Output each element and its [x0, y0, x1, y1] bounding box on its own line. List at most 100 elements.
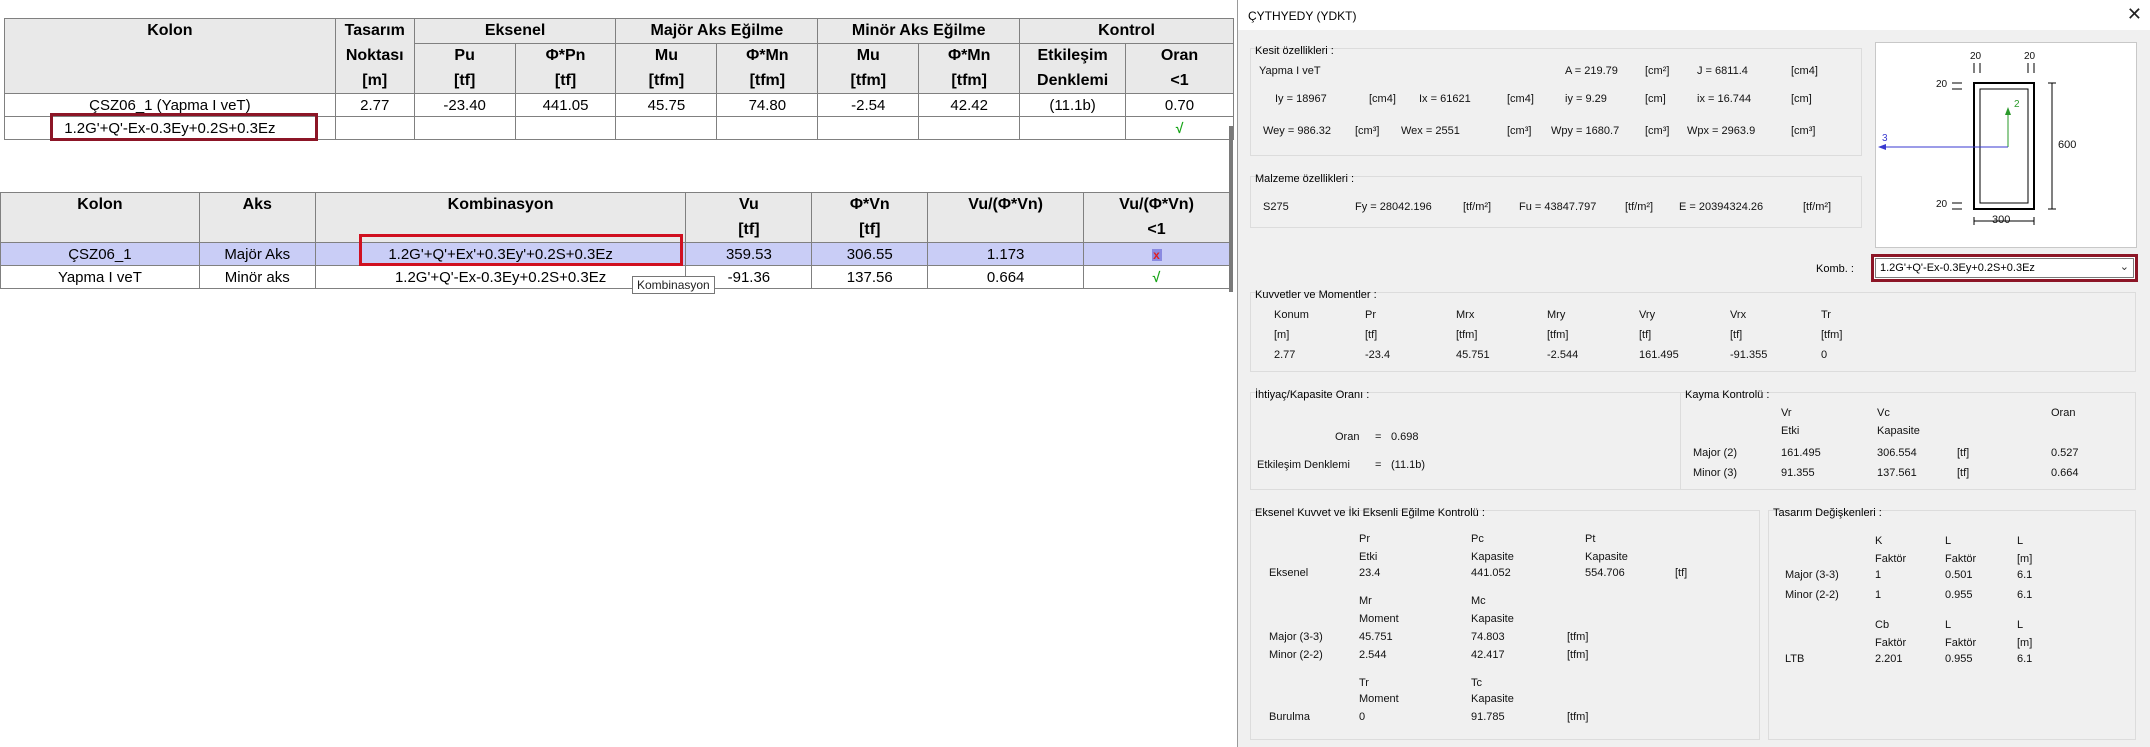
col-kombinasyon[interactable]: Kombinasyon: [314, 192, 687, 218]
table-row[interactable]: 1.2G'+Q'-Ex-0.3Ey+0.2S+0.3Ez √: [4, 116, 1234, 140]
col-ratio[interactable]: Vu/(Φ*Vn): [927, 192, 1085, 218]
kesit-panel: Kesit özellikleri : Yapma I veT A = 219.…: [1250, 45, 1862, 156]
cell-komb[interactable]: 1.2G'+Q'-Ex-0.3Ey+0.2S+0.3Ez: [314, 265, 687, 289]
col-kolon-cont2: [4, 68, 336, 94]
kv-u-mrx: [tfm]: [1456, 329, 1478, 341]
komb-value[interactable]: 1.2G'+Q'-Ex-0.3Ey+0.2S+0.3Ez: [1875, 258, 2134, 278]
cell-ok: x: [1083, 242, 1230, 266]
kv-h-mrx: Mrx: [1456, 309, 1475, 321]
col-vu[interactable]: Vu: [685, 192, 813, 218]
prop-Fy: Fy = 28042.196: [1355, 201, 1432, 213]
prop-A: A = 219.79: [1565, 65, 1618, 77]
table-row[interactable]: ÇSZ06_1 (Yapma I veT) 2.77 -23.40 441.05…: [4, 93, 1234, 117]
cell-aks[interactable]: Majör Aks: [198, 242, 316, 266]
ts-h-l3: L: [1945, 619, 1952, 631]
prop-Wpx: Wpx = 2963.9: [1687, 125, 1756, 137]
ts-ltb-lm: 6.1: [2017, 653, 2033, 665]
dim-height: 600: [2058, 139, 2077, 151]
table-row[interactable]: Yapma I veT Minör aks 1.2G'+Q'-Ex-0.3Ey+…: [0, 265, 1230, 289]
check-icon: √: [1175, 119, 1184, 136]
col-kolon[interactable]: Kolon: [0, 192, 200, 218]
cell-ratio[interactable]: 1.173: [927, 242, 1085, 266]
cell-phimn-major[interactable]: 74.80: [716, 93, 819, 117]
cell-phimn-minor[interactable]: 42.42: [918, 93, 1021, 117]
ts-minor-l: 0.955: [1945, 589, 1973, 601]
prop-Ix: Ix = 61621: [1419, 93, 1471, 105]
cell-phivn[interactable]: 306.55: [811, 242, 929, 266]
col-kolon[interactable]: Kolon: [4, 18, 336, 44]
cell-vu[interactable]: 359.53: [685, 242, 813, 266]
cell-phipn[interactable]: 441.05: [514, 93, 617, 117]
prop-Wpy: Wpy = 1680.7: [1551, 125, 1620, 137]
kv-h-vrx: Vrx: [1730, 309, 1747, 321]
cell-mu-major[interactable]: 45.75: [615, 93, 718, 117]
cell-komb[interactable]: 1.2G'+Q'+Ex'+0.3Ey'+0.2S+0.3Ez: [314, 242, 687, 266]
komb-select[interactable]: 1.2G'+Q'-Ex-0.3Ey+0.2S+0.3Ez ⌄: [1871, 254, 2138, 282]
ek-burulma-tc: 91.785: [1471, 711, 1505, 723]
ek-major-mc: 74.803: [1471, 631, 1505, 643]
col-etkilesim[interactable]: Etkileşim: [1019, 43, 1127, 69]
cell-pu[interactable]: -23.40: [413, 93, 516, 117]
col-phivn[interactable]: Φ*Vn: [811, 192, 929, 218]
scrollbar[interactable]: [1229, 126, 1233, 292]
kayma-minor: Minor (3): [1693, 467, 1738, 479]
oran-label: Oran: [1335, 431, 1360, 443]
col-phimn-major[interactable]: Φ*Mn: [716, 43, 819, 69]
col-tasarim[interactable]: Tasarım: [334, 18, 415, 44]
design-dialog: ÇYTHYEDY (YDKT) ✕ Kesit özellikleri : Ya…: [1237, 0, 2150, 747]
ts-h-k: K: [1875, 535, 1883, 547]
kv-v-konum: 2.77: [1274, 349, 1296, 361]
ts-h-l2: L: [2017, 535, 2024, 547]
ek-minor-u: [tfm]: [1567, 649, 1589, 661]
kv-u-pr: [tf]: [1365, 329, 1378, 341]
cell-nokta[interactable]: 2.77: [334, 93, 415, 117]
col-pu[interactable]: Pu: [413, 43, 516, 69]
check-icon: √: [1152, 268, 1161, 285]
cell-aks[interactable]: Minör aks: [198, 265, 316, 289]
col-oran[interactable]: Oran: [1125, 43, 1234, 69]
chevron-down-icon[interactable]: ⌄: [2120, 260, 2129, 273]
unit-phimn-major: [tfm]: [716, 68, 819, 94]
cell-phivn[interactable]: 137.56: [811, 265, 929, 289]
unit-oran: <1: [1125, 68, 1234, 94]
oran-value: 0.698: [1391, 431, 1419, 443]
col-group-minor: Minör Aks Eğilme: [817, 18, 1021, 44]
results-area: Kolon Tasarım Eksenel Majör Aks Eğilme M…: [0, 0, 1240, 747]
col-phimn-minor[interactable]: Φ*Mn: [918, 43, 1021, 69]
kayma-label: Kayma Kontrolü :: [1685, 389, 1770, 401]
table-row[interactable]: ÇSZ06_1 Majör Aks 1.2G'+Q'+Ex'+0.3Ey'+0.…: [0, 242, 1230, 266]
unit-ix: [cm]: [1791, 93, 1812, 105]
col-ratio-check[interactable]: Vu/(Φ*Vn): [1083, 192, 1230, 218]
ts-major: Major (3-3): [1785, 569, 1839, 581]
cell-kolon[interactable]: ÇSZ06_1: [0, 242, 200, 266]
cell-kolon[interactable]: ÇSZ06_1 (Yapma I veT): [4, 93, 336, 117]
dim-top-right: 20: [2024, 51, 2036, 62]
col-noktasi[interactable]: Noktası: [334, 43, 415, 69]
col-mu-minor[interactable]: Mu: [817, 43, 920, 69]
cell-etkilesim[interactable]: (11.1b): [1019, 93, 1127, 117]
ek-h-etki: Etki: [1359, 551, 1378, 563]
dialog-title: ÇYTHYEDY (YDKT): [1248, 9, 1357, 23]
ek-h-kap2: Kapasite: [1585, 551, 1628, 563]
ihtiyac-label: İhtiyaç/Kapasite Oranı :: [1255, 389, 1370, 401]
cell-oran[interactable]: 0.70: [1125, 93, 1234, 117]
col-phipn[interactable]: Φ*Pn: [514, 43, 617, 69]
shear-table: Kolon Aks Kombinasyon Vu Φ*Vn Vu/(Φ*Vn) …: [0, 192, 1230, 289]
prop-Wey: Wey = 986.32: [1263, 125, 1331, 137]
ek-h-tc: Tc: [1471, 677, 1482, 689]
ek-eksenel-pr: 23.4: [1359, 567, 1381, 579]
cell-combo[interactable]: 1.2G'+Q'-Ex-0.3Ey+0.2S+0.3Ez: [4, 116, 336, 140]
cell-kolon[interactable]: Yapma I veT: [0, 265, 200, 289]
kayma-h-etki: Etki: [1781, 425, 1800, 437]
col-mu-major[interactable]: Mu: [615, 43, 718, 69]
cell-mu-minor[interactable]: -2.54: [817, 93, 920, 117]
cell-ratio[interactable]: 0.664: [927, 265, 1085, 289]
unit-Wpx: [cm³]: [1791, 125, 1816, 137]
col-aks[interactable]: Aks: [198, 192, 316, 218]
ek-eksenel-pt: 554.706: [1585, 567, 1625, 579]
tasarim-label: Tasarım Değişkenleri :: [1773, 507, 1882, 519]
prop-E: E = 20394324.26: [1679, 201, 1764, 213]
kayma-major-oran: 0.527: [2051, 447, 2079, 459]
etk-label: Etkileşim Denklemi: [1257, 459, 1350, 471]
close-icon[interactable]: ✕: [2127, 4, 2142, 25]
